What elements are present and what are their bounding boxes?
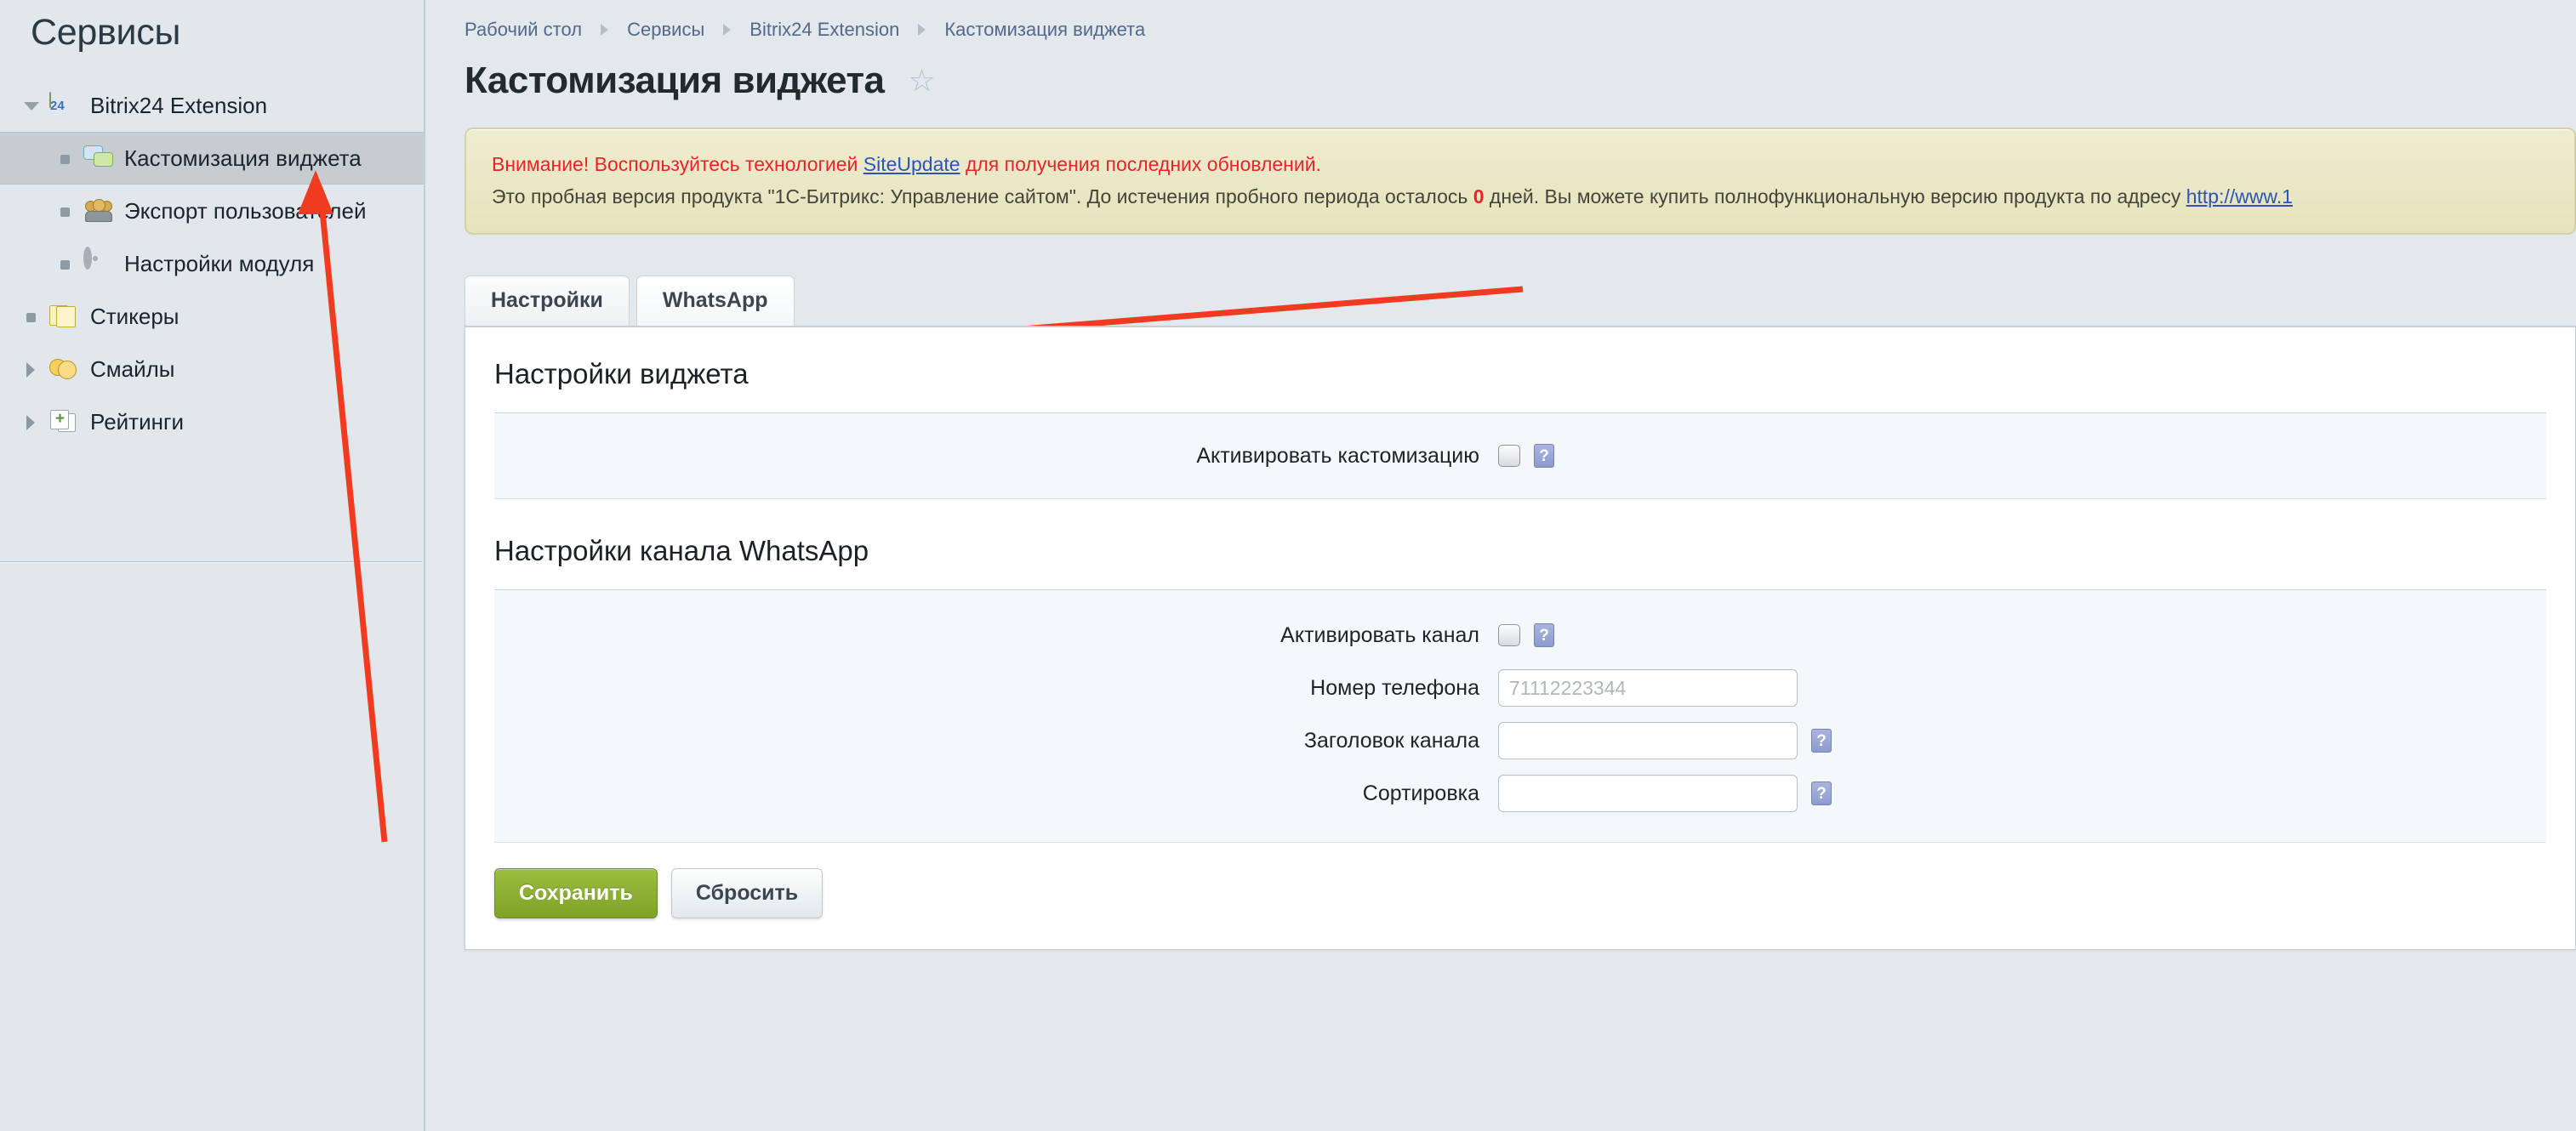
breadcrumb-separator-icon [918,24,926,36]
tab-whatsapp[interactable]: WhatsApp [636,276,795,326]
siteupdate-link[interactable]: SiteUpdate [863,153,960,175]
field-row-activate-customization: Активировать кастомизацию ? [494,413,2546,498]
field-label: Активировать кастомизацию [494,444,1498,469]
help-icon[interactable]: ? [1534,444,1554,468]
sidebar-tree: 24 Bitrix24 Extension Кастомизация видже… [0,79,424,448]
breadcrumb-separator-icon [723,24,731,36]
chevron-down-icon[interactable] [20,94,43,117]
field-row-sort-order: Сортировка ? [494,767,2546,820]
whatsapp-settings-fieldset: Активировать канал ? Номер телефона Заго… [494,589,2546,843]
phone-number-input[interactable] [1498,669,1798,707]
sidebar-item-label: Экспорт пользователей [124,198,366,224]
sidebar-item-widget-customization[interactable]: Кастомизация виджета [0,132,424,185]
bullet-icon [54,147,77,169]
sidebar-item-label: Настройки модуля [124,251,314,277]
chevron-right-icon[interactable] [20,358,43,380]
field-label: Активировать канал [494,623,1498,648]
bullet-icon [54,200,77,222]
notice-days-remaining: 0 [1473,185,1485,207]
sidebar-divider [0,561,422,563]
help-icon[interactable]: ? [1811,781,1832,805]
page-title: Кастомизация виджета [464,60,885,102]
sidebar-item-stickers[interactable]: Стикеры [0,290,424,343]
sidebar-item-label: Смайлы [90,356,175,383]
breadcrumb: Рабочий стол Сервисы Bitrix24 Extension … [427,0,2576,41]
sidebar: Сервисы 24 Bitrix24 Extension Кастомизац… [0,0,425,1131]
activate-channel-checkbox[interactable] [1498,624,1520,646]
gear-icon [83,251,112,276]
sidebar-item-bitrix24-extension[interactable]: 24 Bitrix24 Extension [0,79,424,132]
sidebar-item-smiles[interactable]: Смайлы [0,343,424,395]
form-button-bar: Сохранить Сбросить [465,843,2575,949]
sidebar-item-user-export[interactable]: Экспорт пользователей [0,185,424,237]
field-label: Заголовок канала [494,729,1498,753]
bullet-icon [54,253,77,275]
save-button[interactable]: Сохранить [494,868,658,918]
trial-notice-banner: Внимание! Воспользуйтесь технологией Sit… [464,128,2576,235]
field-label: Сортировка [494,781,1498,806]
bullet-icon [20,305,43,327]
sidebar-title: Сервисы [0,0,424,54]
sidebar-item-label: Рейтинги [90,409,184,435]
tab-bar: Настройки WhatsApp [464,276,2576,326]
field-row-activate-channel: Активировать канал ? [494,609,2546,662]
breadcrumb-item-bitrix24-extension[interactable]: Bitrix24 Extension [749,19,899,41]
rating-plus-icon: + [49,409,78,435]
favorite-star-icon[interactable]: ☆ [909,65,936,96]
notice-trial-text-b: дней. Вы можете купить полнофункциональн… [1485,185,2186,207]
help-icon[interactable]: ? [1811,729,1832,753]
notice-trial-text-a: Это пробная версия продукта "1С-Битрикс:… [492,185,1473,207]
sidebar-item-ratings[interactable]: + Рейтинги [0,395,424,448]
reset-button[interactable]: Сбросить [671,868,823,918]
main-content: Рабочий стол Сервисы Bitrix24 Extension … [427,0,2576,1131]
breadcrumb-item-current: Кастомизация виджета [944,19,1145,41]
field-row-phone-number: Номер телефона [494,662,2546,714]
users-group-icon [83,198,112,224]
page-title-row: Кастомизация виджета ☆ [427,41,2576,102]
help-icon[interactable]: ? [1534,623,1554,647]
tab-settings[interactable]: Настройки [464,276,630,326]
sidebar-item-label: Bitrix24 Extension [90,93,267,119]
sidebar-item-label: Стикеры [90,304,179,330]
notice-line-update: Внимание! Воспользуйтесь технологией Sit… [492,148,2549,180]
notice-line-trial: Это пробная версия продукта "1С-Битрикс:… [492,180,2549,213]
settings-card: Настройки виджета Активировать кастомиза… [464,326,2576,950]
activate-customization-checkbox[interactable] [1498,445,1520,467]
notice-warning-rest: для получения последних обновлений. [960,153,1321,175]
stickers-icon [49,304,78,329]
breadcrumb-item-desktop[interactable]: Рабочий стол [464,19,582,41]
breadcrumb-separator-icon [601,24,608,36]
sidebar-item-label: Кастомизация виджета [124,145,362,172]
app-page: Сервисы 24 Bitrix24 Extension Кастомизац… [0,0,2576,1131]
notice-warning-text: Внимание! Воспользуйтесь технологией [492,153,863,175]
channel-title-input[interactable] [1498,722,1798,759]
purchase-url-link[interactable]: http://www.1 [2186,185,2293,207]
widget-settings-heading: Настройки виджета [465,327,2575,390]
field-label: Номер телефона [494,676,1498,701]
chevron-right-icon[interactable] [20,411,43,433]
breadcrumb-item-services[interactable]: Сервисы [627,19,704,41]
chat-bubbles-icon [83,145,112,171]
whatsapp-settings-heading: Настройки канала WhatsApp [465,499,2575,567]
widget-settings-fieldset: Активировать кастомизацию ? [494,412,2546,499]
sort-order-input[interactable] [1498,775,1798,812]
smiley-icon [49,356,78,382]
calendar-24-icon: 24 [49,93,78,118]
sidebar-item-module-settings[interactable]: Настройки модуля [0,237,424,290]
field-row-channel-title: Заголовок канала ? [494,714,2546,767]
